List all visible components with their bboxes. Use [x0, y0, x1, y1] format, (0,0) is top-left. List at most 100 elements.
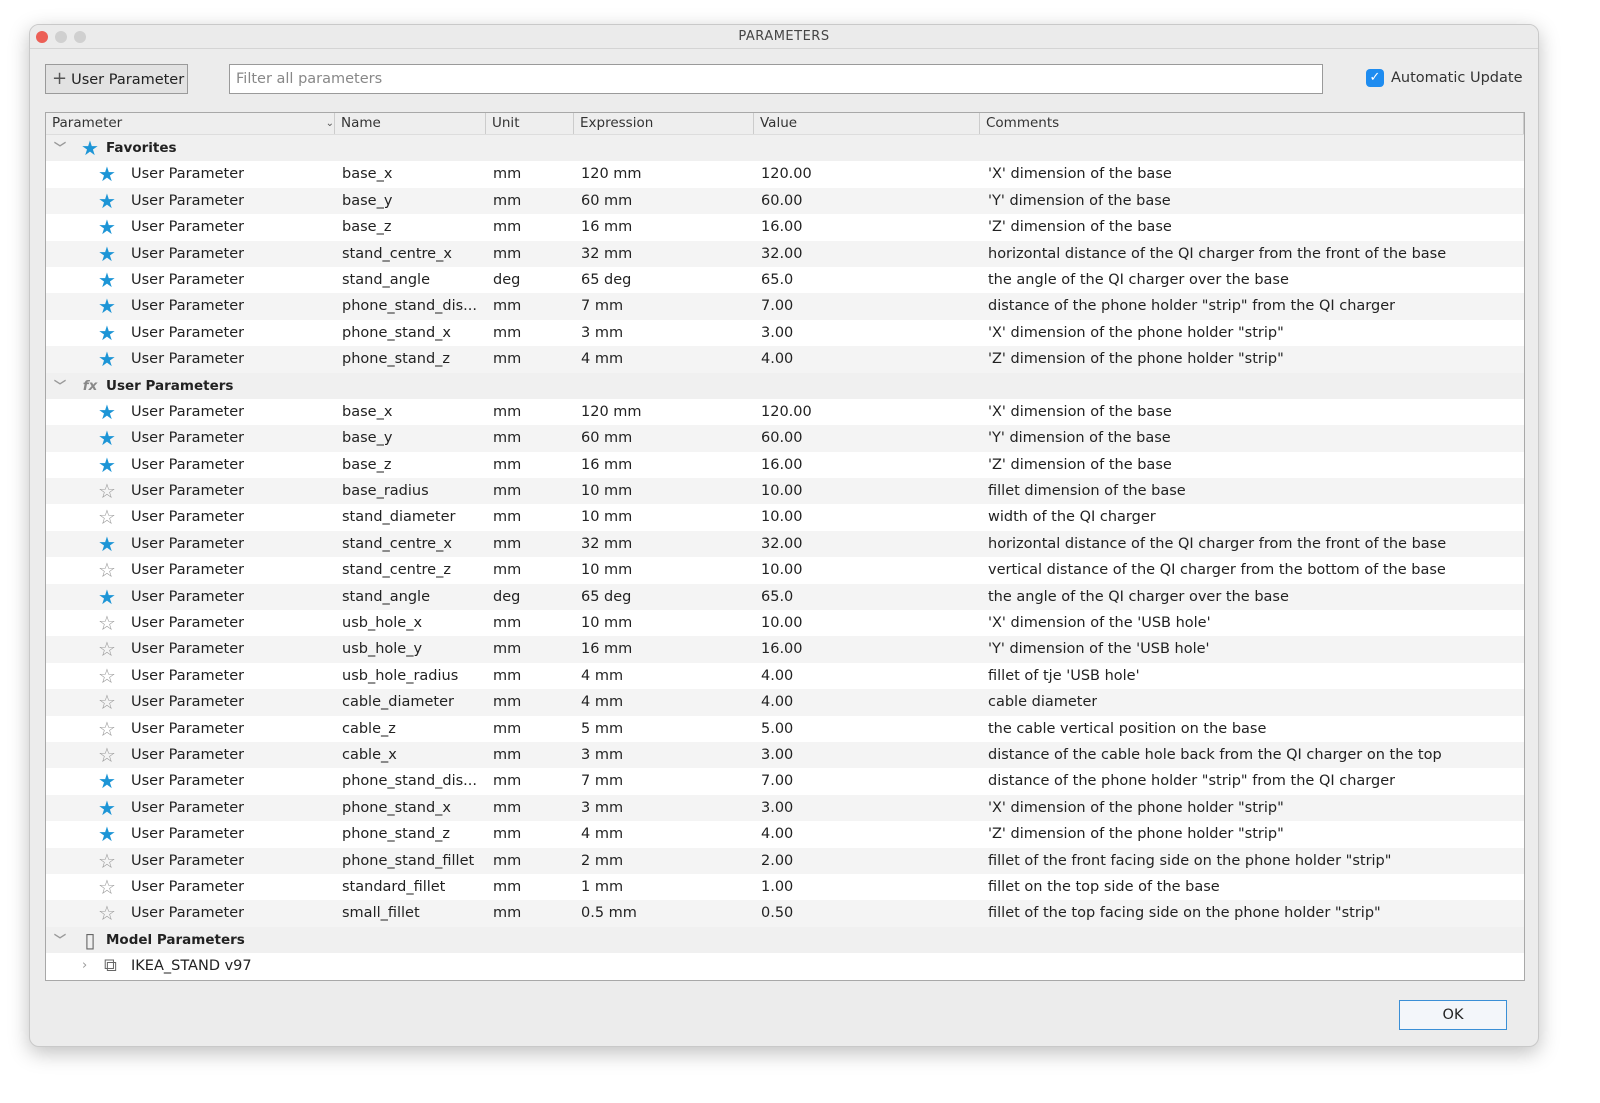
parameter-unit[interactable]: deg: [493, 267, 520, 293]
chevron-down-icon[interactable]: ⌄: [326, 113, 334, 134]
parameter-comment[interactable]: the angle of the QI charger over the bas…: [988, 584, 1289, 610]
star-filled-icon[interactable]: ★: [98, 214, 116, 240]
parameter-comment[interactable]: 'Y' dimension of the 'USB hole': [988, 636, 1210, 662]
table-row[interactable]: ★ User Parameter stand_angle deg 65 deg …: [46, 266, 1524, 294]
star-filled-icon[interactable]: ★: [98, 584, 116, 610]
parameter-unit[interactable]: mm: [493, 399, 521, 425]
star-outline-icon[interactable]: ☆: [98, 663, 116, 689]
star-filled-icon[interactable]: ★: [98, 241, 116, 267]
parameter-comment[interactable]: width of the QI charger: [988, 504, 1156, 530]
parameter-name[interactable]: phone_stand_dis...: [342, 293, 482, 319]
parameter-expression[interactable]: 3 mm: [581, 320, 623, 346]
parameter-expression[interactable]: 60 mm: [581, 188, 632, 214]
star-outline-icon[interactable]: ☆: [98, 716, 116, 742]
parameter-unit[interactable]: mm: [493, 900, 521, 926]
star-filled-icon[interactable]: ★: [98, 161, 116, 187]
table-row[interactable]: ★ User Parameter phone_stand_dis... mm 7…: [46, 768, 1524, 795]
parameter-comment[interactable]: 'Y' dimension of the base: [988, 188, 1171, 214]
parameter-unit[interactable]: mm: [493, 610, 521, 636]
table-row[interactable]: ★ User Parameter phone_stand_z mm 4 mm 4…: [46, 821, 1524, 848]
parameter-expression[interactable]: 0.5 mm: [581, 900, 637, 926]
zoom-window-button[interactable]: [74, 31, 86, 43]
parameter-comment[interactable]: 'X' dimension of the 'USB hole': [988, 610, 1211, 636]
minimize-window-button[interactable]: [55, 31, 67, 43]
star-filled-icon[interactable]: ★: [98, 346, 116, 372]
table-row[interactable]: ☆ User Parameter cable_z mm 5 mm 5.00 th…: [46, 715, 1524, 742]
parameter-name[interactable]: standard_fillet: [342, 874, 482, 900]
star-filled-icon[interactable]: ★: [98, 768, 116, 794]
parameter-comment[interactable]: 'Z' dimension of the phone holder "strip…: [988, 346, 1284, 372]
parameter-expression[interactable]: 120 mm: [581, 399, 642, 425]
parameter-name[interactable]: phone_stand_z: [342, 821, 482, 847]
parameter-comment[interactable]: fillet on the top side of the base: [988, 874, 1220, 900]
parameter-expression[interactable]: 4 mm: [581, 689, 623, 715]
parameter-comment[interactable]: 'Y' dimension of the base: [988, 425, 1171, 451]
star-filled-icon[interactable]: ★: [98, 795, 116, 821]
table-row[interactable]: ☆ User Parameter stand_centre_z mm 10 mm…: [46, 557, 1524, 584]
star-filled-icon[interactable]: ★: [98, 425, 116, 451]
group-row-user[interactable]: ﹀ fx User Parameters: [46, 372, 1524, 399]
star-filled-icon[interactable]: ★: [98, 320, 116, 346]
parameter-expression[interactable]: 7 mm: [581, 293, 623, 319]
parameter-expression[interactable]: 7 mm: [581, 768, 623, 794]
parameter-comment[interactable]: 'X' dimension of the phone holder "strip…: [988, 320, 1284, 346]
star-outline-icon[interactable]: ☆: [98, 874, 116, 900]
parameter-name[interactable]: stand_centre_x: [342, 241, 482, 267]
group-row-favorites[interactable]: ﹀ ★ Favorites: [46, 135, 1524, 162]
column-header-name[interactable]: Name: [334, 113, 381, 134]
parameter-expression[interactable]: 10 mm: [581, 610, 632, 636]
star-filled-icon[interactable]: ★: [98, 293, 116, 319]
parameter-comment[interactable]: fillet dimension of the base: [988, 478, 1186, 504]
table-row[interactable]: ☆ User Parameter small_fillet mm 0.5 mm …: [46, 900, 1524, 927]
star-outline-icon[interactable]: ☆: [98, 478, 116, 504]
parameter-name[interactable]: phone_stand_x: [342, 795, 482, 821]
star-filled-icon[interactable]: ★: [98, 452, 116, 478]
parameter-unit[interactable]: mm: [493, 241, 521, 267]
parameter-comment[interactable]: horizontal distance of the QI charger fr…: [988, 241, 1446, 267]
parameter-comment[interactable]: vertical distance of the QI charger from…: [988, 557, 1446, 583]
parameter-name[interactable]: stand_centre_z: [342, 557, 482, 583]
parameter-expression[interactable]: 120 mm: [581, 161, 642, 187]
table-row[interactable]: ★ User Parameter stand_angle deg 65 deg …: [46, 583, 1524, 611]
star-filled-icon[interactable]: ★: [98, 188, 116, 214]
group-row-model[interactable]: ﹀ ▯ Model Parameters: [46, 926, 1524, 954]
parameter-unit[interactable]: mm: [493, 320, 521, 346]
parameter-name[interactable]: base_x: [342, 399, 482, 425]
parameter-expression[interactable]: 4 mm: [581, 821, 623, 847]
parameter-unit[interactable]: mm: [493, 346, 521, 372]
parameter-unit[interactable]: mm: [493, 214, 521, 240]
table-row[interactable]: ★ User Parameter stand_centre_x mm 32 mm…: [46, 240, 1524, 267]
table-row[interactable]: ★ User Parameter phone_stand_x mm 3 mm 3…: [46, 319, 1524, 347]
parameter-unit[interactable]: mm: [493, 821, 521, 847]
parameter-name[interactable]: small_fillet: [342, 900, 482, 926]
column-header-unit[interactable]: Unit: [485, 113, 519, 134]
parameter-comment[interactable]: the angle of the QI charger over the bas…: [988, 267, 1289, 293]
parameter-unit[interactable]: mm: [493, 557, 521, 583]
parameter-unit[interactable]: mm: [493, 636, 521, 662]
parameter-unit[interactable]: mm: [493, 188, 521, 214]
table-row[interactable]: ★ User Parameter base_z mm 16 mm 16.00 '…: [46, 451, 1524, 479]
chevron-down-icon[interactable]: ﹀: [54, 373, 66, 399]
parameter-name[interactable]: phone_stand_x: [342, 320, 482, 346]
parameter-unit[interactable]: mm: [493, 742, 521, 768]
parameter-unit[interactable]: mm: [493, 425, 521, 451]
parameter-expression[interactable]: 16 mm: [581, 452, 632, 478]
table-row[interactable]: ☆ User Parameter stand_diameter mm 10 mm…: [46, 504, 1524, 531]
star-outline-icon[interactable]: ☆: [98, 848, 116, 874]
parameter-comment[interactable]: 'X' dimension of the base: [988, 161, 1172, 187]
parameter-comment[interactable]: horizontal distance of the QI charger fr…: [988, 531, 1446, 557]
parameter-unit[interactable]: mm: [493, 848, 521, 874]
parameter-unit[interactable]: mm: [493, 531, 521, 557]
add-user-parameter-button[interactable]: + User Parameter: [45, 64, 188, 94]
parameter-expression[interactable]: 2 mm: [581, 848, 623, 874]
parameter-comment[interactable]: 'X' dimension of the phone holder "strip…: [988, 795, 1284, 821]
parameter-expression[interactable]: 3 mm: [581, 795, 623, 821]
parameter-expression[interactable]: 10 mm: [581, 557, 632, 583]
table-row[interactable]: ☆ User Parameter standard_fillet mm 1 mm…: [46, 873, 1524, 901]
star-outline-icon[interactable]: ☆: [98, 900, 116, 926]
parameter-comment[interactable]: 'Z' dimension of the phone holder "strip…: [988, 821, 1284, 847]
parameter-unit[interactable]: mm: [493, 716, 521, 742]
parameter-unit[interactable]: mm: [493, 768, 521, 794]
parameter-expression[interactable]: 16 mm: [581, 636, 632, 662]
column-header-expression[interactable]: Expression: [573, 113, 653, 134]
